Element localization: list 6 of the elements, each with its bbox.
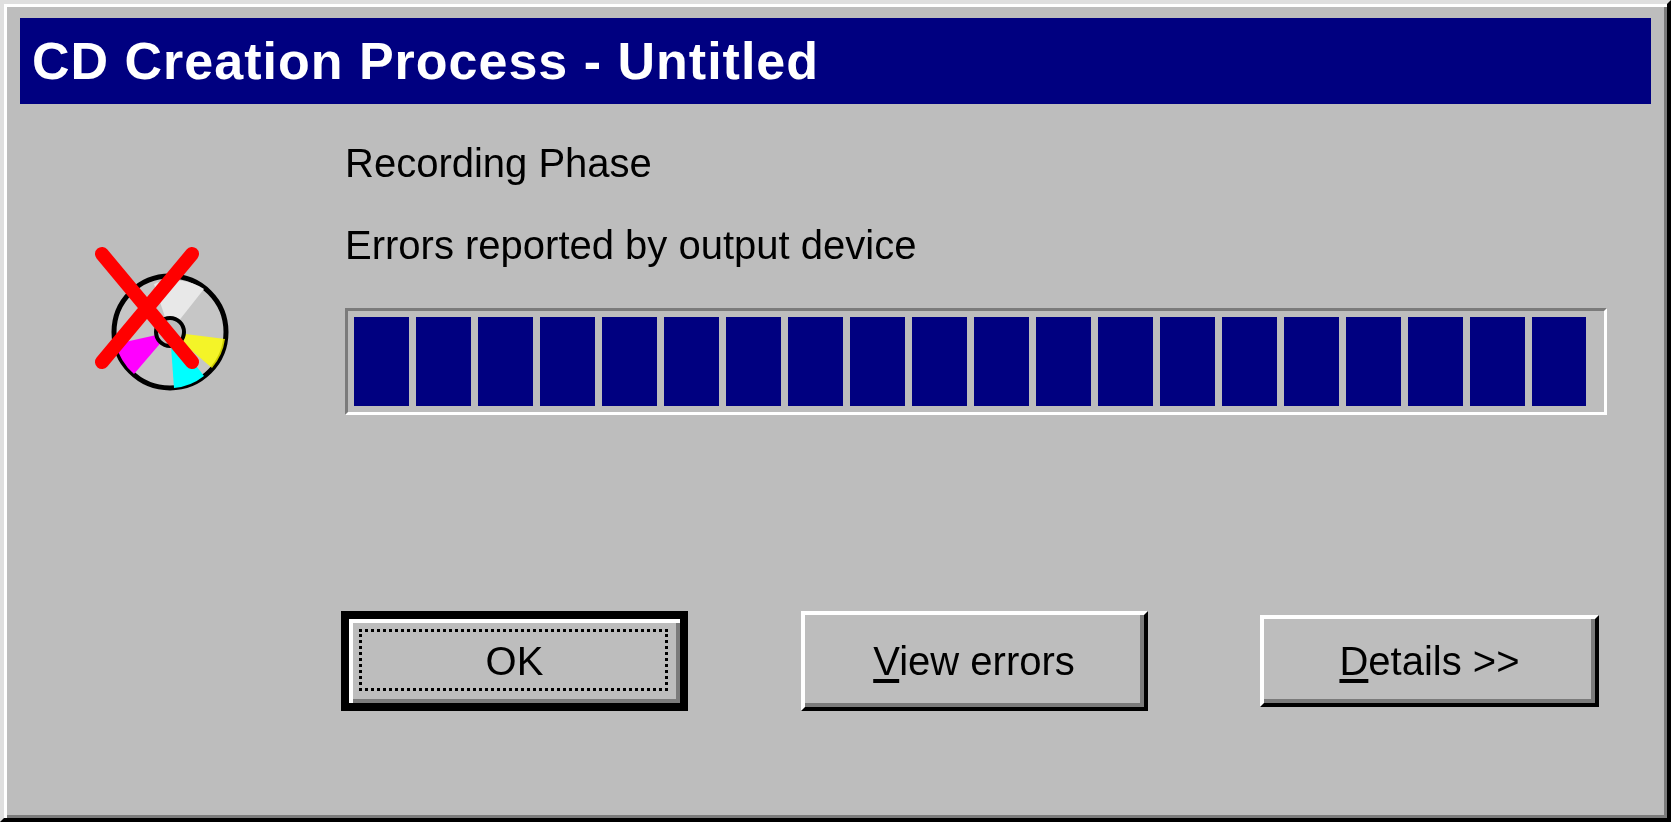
dialog-button[interactable]: Details >> bbox=[1260, 615, 1599, 707]
phase-label: Recording Phase bbox=[345, 140, 653, 186]
ok-button[interactable]: OK bbox=[341, 611, 688, 711]
status-message: Errors reported by output device bbox=[345, 222, 918, 268]
dialog-button[interactable]: View errors bbox=[800, 611, 1148, 711]
window-title: CD Creation Process - Untitled bbox=[20, 18, 1651, 104]
